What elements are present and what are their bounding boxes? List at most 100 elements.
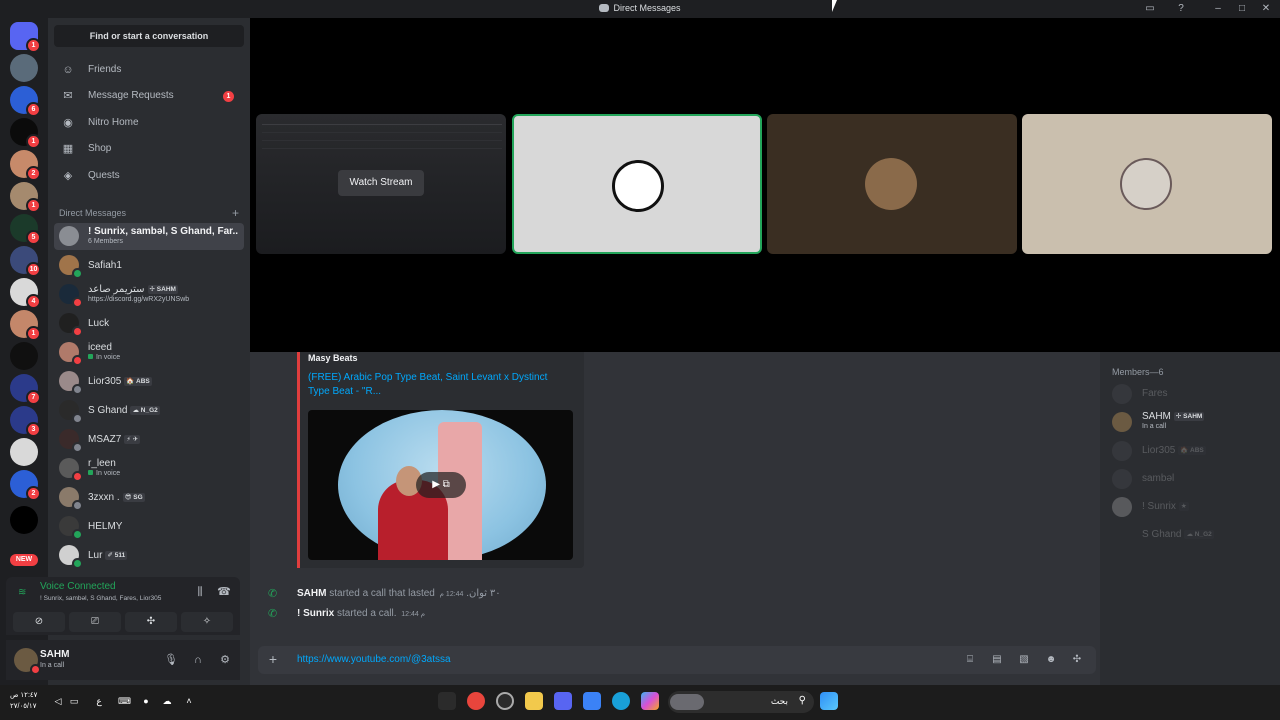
gear-icon[interactable]: ⚙ [218,653,232,667]
create-dm-icon[interactable]: + [232,206,239,220]
participant-tile-speaking[interactable] [512,114,762,254]
server-icon[interactable]: 1 [10,182,41,213]
emoji-icon[interactable]: ☻ [1044,653,1058,667]
dm-item-group[interactable]: ! Sunrix, sambəl, S Ghand, Far... 6 Memb… [54,223,244,250]
avatar [1112,384,1132,404]
dm-item[interactable]: MSAZ7 ⚡ ✈ [54,426,244,453]
server-icon[interactable] [10,506,38,534]
share-screen-button[interactable]: ⎚ [69,612,121,632]
voice-channel[interactable]: ! Sunrix, sambəl, S Ghand, Fares, Lior30… [40,595,161,602]
soundboard-button[interactable]: ✧ [181,612,233,632]
server-icon[interactable]: 10 [10,246,41,277]
microphone-icon[interactable]: ● [140,695,152,707]
member-item[interactable]: SAHM ✢ SAHM In a call [1112,410,1272,434]
dm-item[interactable]: 3zxxn . 😎 SG [54,484,244,511]
find-conversation-button[interactable]: Find or start a conversation [54,25,244,47]
new-badge[interactable]: NEW [10,554,38,566]
member-item[interactable]: Lior305 🏠 ABS [1112,439,1272,463]
message-composer[interactable]: + https://www.youtube.com/@3atssa ⌸ ▤ ▧ … [258,646,1096,674]
taskbar-search[interactable]: بحث ⚲ [668,691,814,713]
status-dot [72,268,83,279]
tray-clock[interactable]: ١٢:٤٧ ص ٢٧/٠٥/١٧ [10,690,37,712]
server-icon[interactable] [10,54,38,82]
copilot-icon[interactable] [641,692,659,710]
server-icon[interactable]: 2 [10,470,41,501]
disconnect-icon[interactable]: ☎ [217,585,231,599]
apps-icon[interactable]: ✣ [1070,653,1084,667]
server-icon[interactable]: 6 [10,86,41,117]
dm-item[interactable]: Lior305 🏠 ABS [54,368,244,395]
chrome-icon[interactable] [467,692,485,710]
file-explorer-icon[interactable] [525,692,543,710]
language-indicator[interactable]: ع [93,695,105,707]
message-input[interactable]: https://www.youtube.com/@3atssa [297,654,451,665]
store-icon[interactable] [583,692,601,710]
dm-item[interactable]: ستريمر صاعد ✢ SAHM https://discord.gg/wRX… [54,281,244,308]
call-icon: ✆ [268,608,278,620]
participant-tile[interactable] [1022,114,1272,254]
edge-icon[interactable] [612,692,630,710]
inbox-icon[interactable]: ▭ [1143,2,1157,16]
microphone-icon[interactable]: 🎙 [164,653,178,667]
server-icon[interactable]: 3 [10,406,41,437]
server-icon[interactable] [10,342,38,370]
embed-provider[interactable]: Masy Beats [308,353,358,363]
status-dot [72,558,83,569]
dm-item[interactable]: Lur ✐ 511 [54,542,244,569]
discord-icon [599,4,610,12]
server-icon[interactable]: 4 [10,278,41,309]
maximize-button[interactable]: □ [1235,2,1249,16]
dm-item[interactable]: Safiah1 [54,252,244,279]
server-icon[interactable] [10,438,38,466]
server-icon[interactable]: 5 [10,214,41,245]
member-item[interactable]: Fares [1112,382,1272,406]
camera-off-button[interactable]: ⊘ [13,612,65,632]
member-item[interactable]: sambəl [1112,467,1272,491]
close-button[interactable]: ✕ [1259,2,1273,16]
discord-icon[interactable] [554,692,572,710]
member-item[interactable]: S Ghand ☁ N_G2 [1112,523,1272,547]
dm-item[interactable]: S Ghand ☁ N_G2 [54,397,244,424]
gif-icon[interactable]: ▤ [990,653,1004,667]
attach-icon[interactable]: + [266,652,280,666]
sticker-icon[interactable]: ▧ [1017,653,1031,667]
nav-quests[interactable]: ◈ Quests [54,164,244,188]
server-icon[interactable]: 1 [10,118,41,149]
chevron-up-icon[interactable]: ˄ [183,695,195,707]
windows-start-icon[interactable] [820,692,838,710]
dm-item[interactable]: HELMY [54,513,244,540]
nav-friends[interactable]: ☺ Friends [54,58,244,82]
member-item[interactable]: ! Sunrix ★ [1112,495,1272,519]
dm-item[interactable]: r_leen In voice [54,455,244,482]
nav-shop[interactable]: ▦ Shop [54,137,244,161]
server-icon[interactable]: 1 [10,310,41,341]
settings-app-icon[interactable] [438,692,456,710]
headphones-icon[interactable]: ∩ [191,653,205,667]
keyboard-icon[interactable]: ⌨ [118,695,131,707]
help-icon[interactable]: ? [1174,2,1188,16]
network-icon[interactable]: ▭ [68,695,80,707]
watch-stream-button[interactable]: Watch Stream [338,170,424,196]
minimize-button[interactable]: – [1211,2,1225,16]
nav-nitro-home[interactable]: ◉ Nitro Home [54,111,244,135]
home-button[interactable]: 1 [10,22,41,53]
volume-icon[interactable]: ◁ [52,695,64,707]
participant-tile[interactable] [767,114,1017,254]
activities-button[interactable]: ✣ [125,612,177,632]
voice-status[interactable]: Voice Connected [40,581,116,592]
video-thumbnail[interactable]: ▶ ⧉ [308,410,573,560]
dm-item[interactable]: iceed In voice [54,339,244,366]
nav-message-requests[interactable]: ✉ Message Requests 1 [54,84,244,108]
stream-tile[interactable]: Watch Stream [256,114,506,254]
dm-item[interactable]: Luck [54,310,244,337]
server-icon[interactable]: 7 [10,374,41,405]
noise-suppression-icon[interactable]: ⫼ [193,585,207,599]
status-dot [72,413,83,424]
gift-icon[interactable]: ⌸ [963,653,977,667]
play-icon[interactable]: ▶ ⧉ [416,472,466,498]
onedrive-icon[interactable]: ☁ [161,695,173,707]
app-icon[interactable] [496,692,514,710]
mouse-cursor [832,0,837,12]
server-icon[interactable]: 2 [10,150,41,181]
embed-title-link[interactable]: (FREE) Arabic Pop Type Beat, Saint Levan… [308,371,568,399]
